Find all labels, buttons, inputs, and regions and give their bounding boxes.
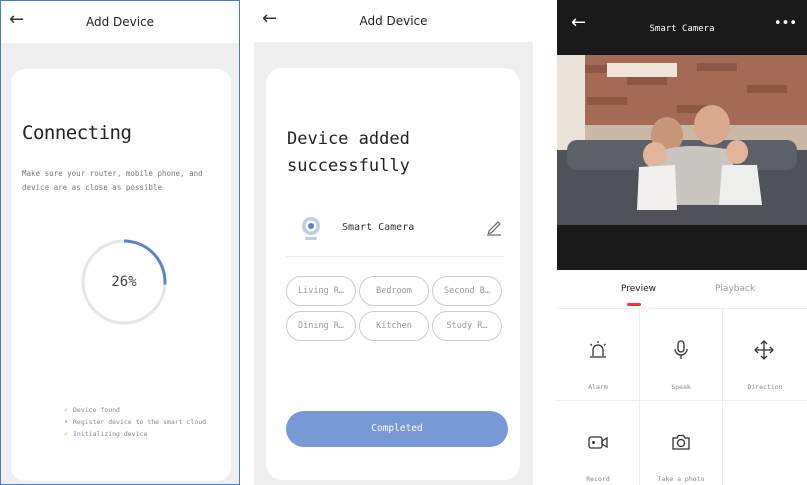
action-label: Record	[586, 475, 610, 483]
action-label: Take a photo	[657, 475, 705, 483]
connecting-screen: ← Add Device Connecting Make sure your r…	[0, 0, 240, 485]
room-chip-kitchen[interactable]: Kitchen	[359, 311, 429, 341]
direction-icon	[754, 340, 774, 360]
heading-line-2: successfully	[287, 156, 410, 176]
step-label: Device found	[73, 406, 120, 414]
take-photo-button[interactable]: Take a photo	[640, 401, 723, 485]
camera-screen: ← Smart Camera ••• Preview Playback Alar…	[557, 0, 807, 485]
room-chip-dining[interactable]: Dining R…	[286, 311, 356, 341]
live-video-preview[interactable]	[557, 55, 807, 225]
step-label: Register device to the smart cloud	[73, 418, 207, 426]
step-item: ✓ Device found	[64, 404, 206, 416]
page-title: Add Device	[359, 14, 428, 28]
page-title: Add Device	[85, 15, 155, 29]
bullet-icon: •	[64, 418, 69, 426]
room-options: Living R… Bedroom Second B… Dining R… Ki…	[286, 276, 511, 341]
connecting-heading: Connecting	[22, 122, 132, 144]
action-label: Speak	[671, 383, 691, 391]
step-item: ✓ Initializing device	[64, 428, 206, 440]
top-bar: ← Add Device	[1, 1, 239, 43]
alarm-button[interactable]: Alarm	[557, 309, 640, 401]
active-tab-indicator	[627, 303, 641, 306]
action-grid: Alarm Speak Direction Record Take a phot…	[557, 308, 807, 485]
camera-icon	[672, 434, 690, 450]
page-title: Smart Camera	[649, 24, 715, 34]
microphone-icon	[674, 340, 688, 359]
room-chip-living[interactable]: Living R…	[286, 276, 356, 306]
step-label: Initializing device	[73, 430, 148, 438]
action-label: Alarm	[588, 383, 608, 391]
direction-button[interactable]: Direction	[723, 309, 807, 401]
check-icon: ✓	[64, 406, 69, 414]
connecting-card: Connecting Make sure your router, mobile…	[11, 69, 231, 481]
record-button[interactable]: Record	[557, 401, 640, 485]
room-chip-bedroom[interactable]: Bedroom	[359, 276, 429, 306]
device-name: Smart Camera	[342, 222, 415, 233]
room-chip-study[interactable]: Study R…	[432, 311, 502, 341]
tab-playback[interactable]: Playback	[715, 284, 755, 294]
completed-button[interactable]: Completed	[286, 411, 508, 447]
more-options-icon[interactable]: •••	[774, 16, 797, 31]
alarm-icon	[590, 341, 606, 358]
success-heading: Device added successfully	[287, 126, 410, 180]
device-row: Smart Camera	[300, 216, 502, 240]
check-icon: ✓	[64, 430, 69, 438]
step-list: ✓ Device found • Register device to the sm…	[64, 404, 206, 440]
top-bar: ← Add Device	[254, 0, 533, 42]
step-item: • Register device to the smart cloud	[64, 416, 206, 428]
record-icon	[588, 436, 608, 449]
room-chip-second-bedroom[interactable]: Second B…	[432, 276, 502, 306]
success-card: Device added successfully Smart Camera L…	[266, 68, 520, 480]
connecting-subtitle: Make sure your router, mobile phone, and…	[22, 169, 203, 192]
app-screens: ← Add Device Connecting Make sure your r…	[0, 0, 807, 485]
progress-percent: 26%	[111, 274, 137, 290]
device-added-screen: ← Add Device Device added successfully S…	[254, 0, 533, 485]
speak-button[interactable]: Speak	[640, 309, 723, 401]
divider	[286, 256, 504, 257]
smart-camera-icon	[302, 217, 320, 240]
view-tabs: Preview Playback	[557, 276, 807, 308]
edit-pencil-icon[interactable]	[486, 218, 502, 236]
camera-header: ← Smart Camera •••	[557, 0, 807, 270]
heading-line-1: Device added	[287, 129, 410, 149]
tab-preview[interactable]: Preview	[621, 284, 656, 294]
action-label: Direction	[747, 383, 783, 391]
